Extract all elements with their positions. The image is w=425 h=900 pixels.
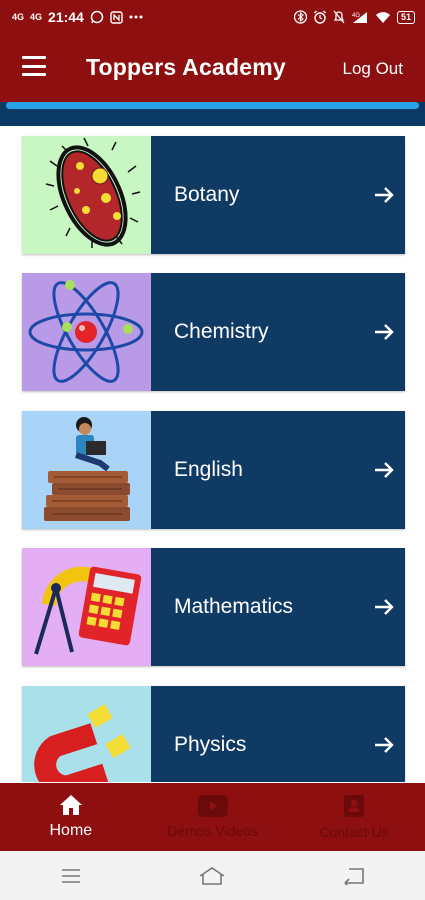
recents-button[interactable] — [51, 861, 91, 891]
menu-icon[interactable] — [22, 56, 46, 76]
atom-icon — [28, 280, 144, 383]
subject-card-mathematics[interactable]: Mathematics — [22, 548, 405, 666]
subject-card-body: Chemistry — [151, 273, 405, 391]
subject-label: English — [174, 458, 243, 481]
arrow-right-icon — [375, 462, 394, 478]
reading-books-icon — [44, 417, 130, 521]
nav-home-label: Home — [49, 822, 93, 839]
subject-image — [22, 136, 151, 254]
app-bar: Toppers Academy Log Out — [0, 34, 425, 102]
subject-card-botany[interactable]: Botany — [22, 136, 405, 254]
status-time: 21:44 — [48, 9, 84, 25]
whatsapp-icon — [90, 10, 104, 24]
arrow-right-icon — [375, 737, 394, 753]
contact-icon — [344, 795, 365, 817]
magnet-icon — [34, 704, 131, 782]
signal-indicator-1: 4G — [12, 11, 25, 22]
accent-bar — [6, 102, 419, 109]
back-icon — [344, 867, 364, 885]
subject-label: Mathematics — [174, 595, 294, 618]
subject-image — [22, 411, 151, 529]
subject-card-physics[interactable]: Physics — [22, 686, 405, 782]
nav-demo-videos[interactable]: Demos Videos — [142, 783, 284, 851]
svg-text:4G: 4G — [352, 13, 360, 19]
mute-icon — [333, 10, 345, 24]
subject-label: Botany — [174, 183, 240, 206]
back-button[interactable] — [334, 861, 374, 891]
nav-home[interactable]: Home — [0, 783, 142, 851]
system-navigation — [0, 851, 425, 900]
nav-contact-us[interactable]: Contact Us — [283, 783, 425, 851]
header-strip — [0, 102, 425, 126]
subject-card-english[interactable]: English — [22, 411, 405, 529]
subject-card-body: English — [151, 411, 405, 529]
bottom-navigation: Home Demos Videos Contact Us — [0, 783, 425, 851]
logout-button[interactable]: Log Out — [343, 59, 404, 79]
nav-demo-videos-label: Demos Videos — [167, 823, 258, 839]
subject-image — [22, 548, 151, 666]
nav-contact-us-label: Contact Us — [319, 824, 389, 840]
subject-label: Chemistry — [174, 320, 269, 343]
signal-indicator-2: 4G — [30, 11, 43, 22]
house-outline-icon — [200, 866, 225, 885]
status-right: 4G 51 — [293, 10, 415, 24]
arrow-right-icon — [375, 187, 394, 203]
nfc-icon — [110, 10, 123, 24]
subject-card-body: Mathematics — [151, 548, 405, 666]
battery-level: 51 — [396, 10, 415, 24]
subject-card-body: Physics — [151, 686, 405, 782]
wifi-icon — [375, 11, 390, 23]
subject-list[interactable]: Botany Chemistry English Mathematics Phy… — [0, 126, 425, 782]
home-icon — [59, 795, 82, 815]
app-title: Toppers Academy — [86, 54, 286, 80]
subject-image — [22, 273, 151, 391]
bacteria-icon — [45, 137, 141, 248]
menu-lines-icon — [61, 868, 80, 883]
status-bar: 4G 4G 21:44 4G 51 — [0, 0, 425, 34]
subject-card-chemistry[interactable]: Chemistry — [22, 273, 405, 391]
status-left: 4G 4G 21:44 — [12, 9, 143, 25]
more-notifications-icon — [129, 15, 143, 19]
calculator-icon — [34, 566, 142, 655]
bluetooth-icon — [293, 10, 307, 24]
youtube-icon — [197, 795, 228, 817]
subject-label: Physics — [174, 733, 247, 756]
alarm-icon — [314, 10, 326, 24]
subject-card-body: Botany — [151, 136, 405, 254]
subject-image — [22, 686, 151, 782]
network-4g-icon: 4G — [352, 11, 367, 23]
arrow-right-icon — [375, 324, 394, 340]
home-button[interactable] — [192, 861, 232, 891]
arrow-right-icon — [375, 599, 394, 615]
